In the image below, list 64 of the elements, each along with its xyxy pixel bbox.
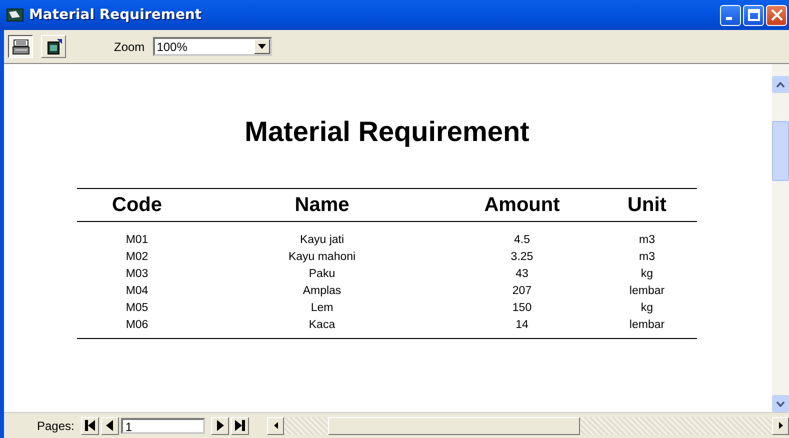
close-button[interactable] (766, 4, 787, 26)
scroll-right-button[interactable] (772, 416, 789, 434)
table-cell: M04 (126, 284, 148, 296)
table-cell: M01 (126, 234, 148, 246)
table-cell: 150 (512, 302, 532, 314)
printer-icon (12, 38, 30, 54)
vertical-scrollbar[interactable] (772, 64, 789, 412)
next-page-button[interactable] (211, 416, 230, 434)
table-cell: 43 (516, 268, 528, 280)
column-header: Name (197, 188, 447, 222)
export-button[interactable] (41, 35, 66, 58)
previous-page-button[interactable] (101, 416, 120, 434)
next-icon (216, 420, 224, 431)
scroll-thumb[interactable] (772, 121, 789, 181)
pages-label: Pages: (37, 418, 74, 432)
table-cell: 3.25 (510, 250, 534, 262)
maximize-button[interactable] (743, 4, 764, 26)
table-cell: 14 (516, 318, 528, 330)
table-cell: Paku (308, 268, 336, 280)
print-button[interactable] (8, 35, 33, 58)
page-number-field[interactable]: 1 (121, 418, 206, 434)
table-cell: Kaca (308, 318, 336, 330)
zoom-dropdown[interactable]: 100% (152, 37, 272, 56)
app-icon (6, 7, 24, 23)
minimize-button[interactable] (720, 4, 741, 26)
column-header: Code (77, 188, 197, 222)
table-cell: m3 (639, 234, 655, 246)
table-cell: M06 (126, 318, 148, 330)
last-page-button[interactable] (231, 416, 250, 434)
table-cell: Kayu mahoni (288, 250, 356, 262)
horizontal-scrollbar[interactable] (267, 416, 789, 434)
last-page-icon (235, 420, 246, 431)
table-cell: Lem (310, 302, 334, 314)
table-cell: 4.5 (514, 234, 530, 246)
right-arrow-icon (778, 422, 782, 429)
chevron-up-icon (776, 82, 785, 88)
column-header: Amount (447, 188, 597, 222)
column-header: Unit (597, 188, 697, 222)
maximize-icon (748, 9, 760, 21)
minimize-icon (726, 17, 732, 20)
table-cell: kg (640, 302, 654, 314)
table-cell: M02 (126, 250, 148, 262)
table-cell: 207 (512, 284, 532, 296)
table-cell: m3 (639, 250, 655, 262)
first-page-icon (85, 420, 96, 431)
zoom-label: Zoom (114, 40, 145, 54)
first-page-button[interactable] (81, 416, 100, 434)
table-cell: M05 (126, 302, 148, 314)
table-cell: kg (640, 268, 654, 280)
close-icon (770, 9, 782, 21)
previous-icon (106, 420, 114, 431)
table-cell: M03 (126, 268, 148, 280)
table-cell: Amplas (302, 284, 342, 296)
scroll-down-button[interactable] (772, 395, 789, 412)
scroll-up-button[interactable] (772, 76, 789, 93)
window-title: Material Requirement (29, 7, 202, 23)
table-cell: lembar (629, 284, 665, 296)
report-title: Material Requirement (244, 116, 530, 148)
table-cell: lembar (629, 318, 665, 330)
table-cell: Kayu jati (300, 234, 344, 246)
scroll-left-button[interactable] (267, 416, 284, 434)
chevron-down-icon (776, 400, 785, 406)
left-arrow-icon (274, 422, 278, 429)
dropdown-arrow-icon (258, 44, 266, 49)
